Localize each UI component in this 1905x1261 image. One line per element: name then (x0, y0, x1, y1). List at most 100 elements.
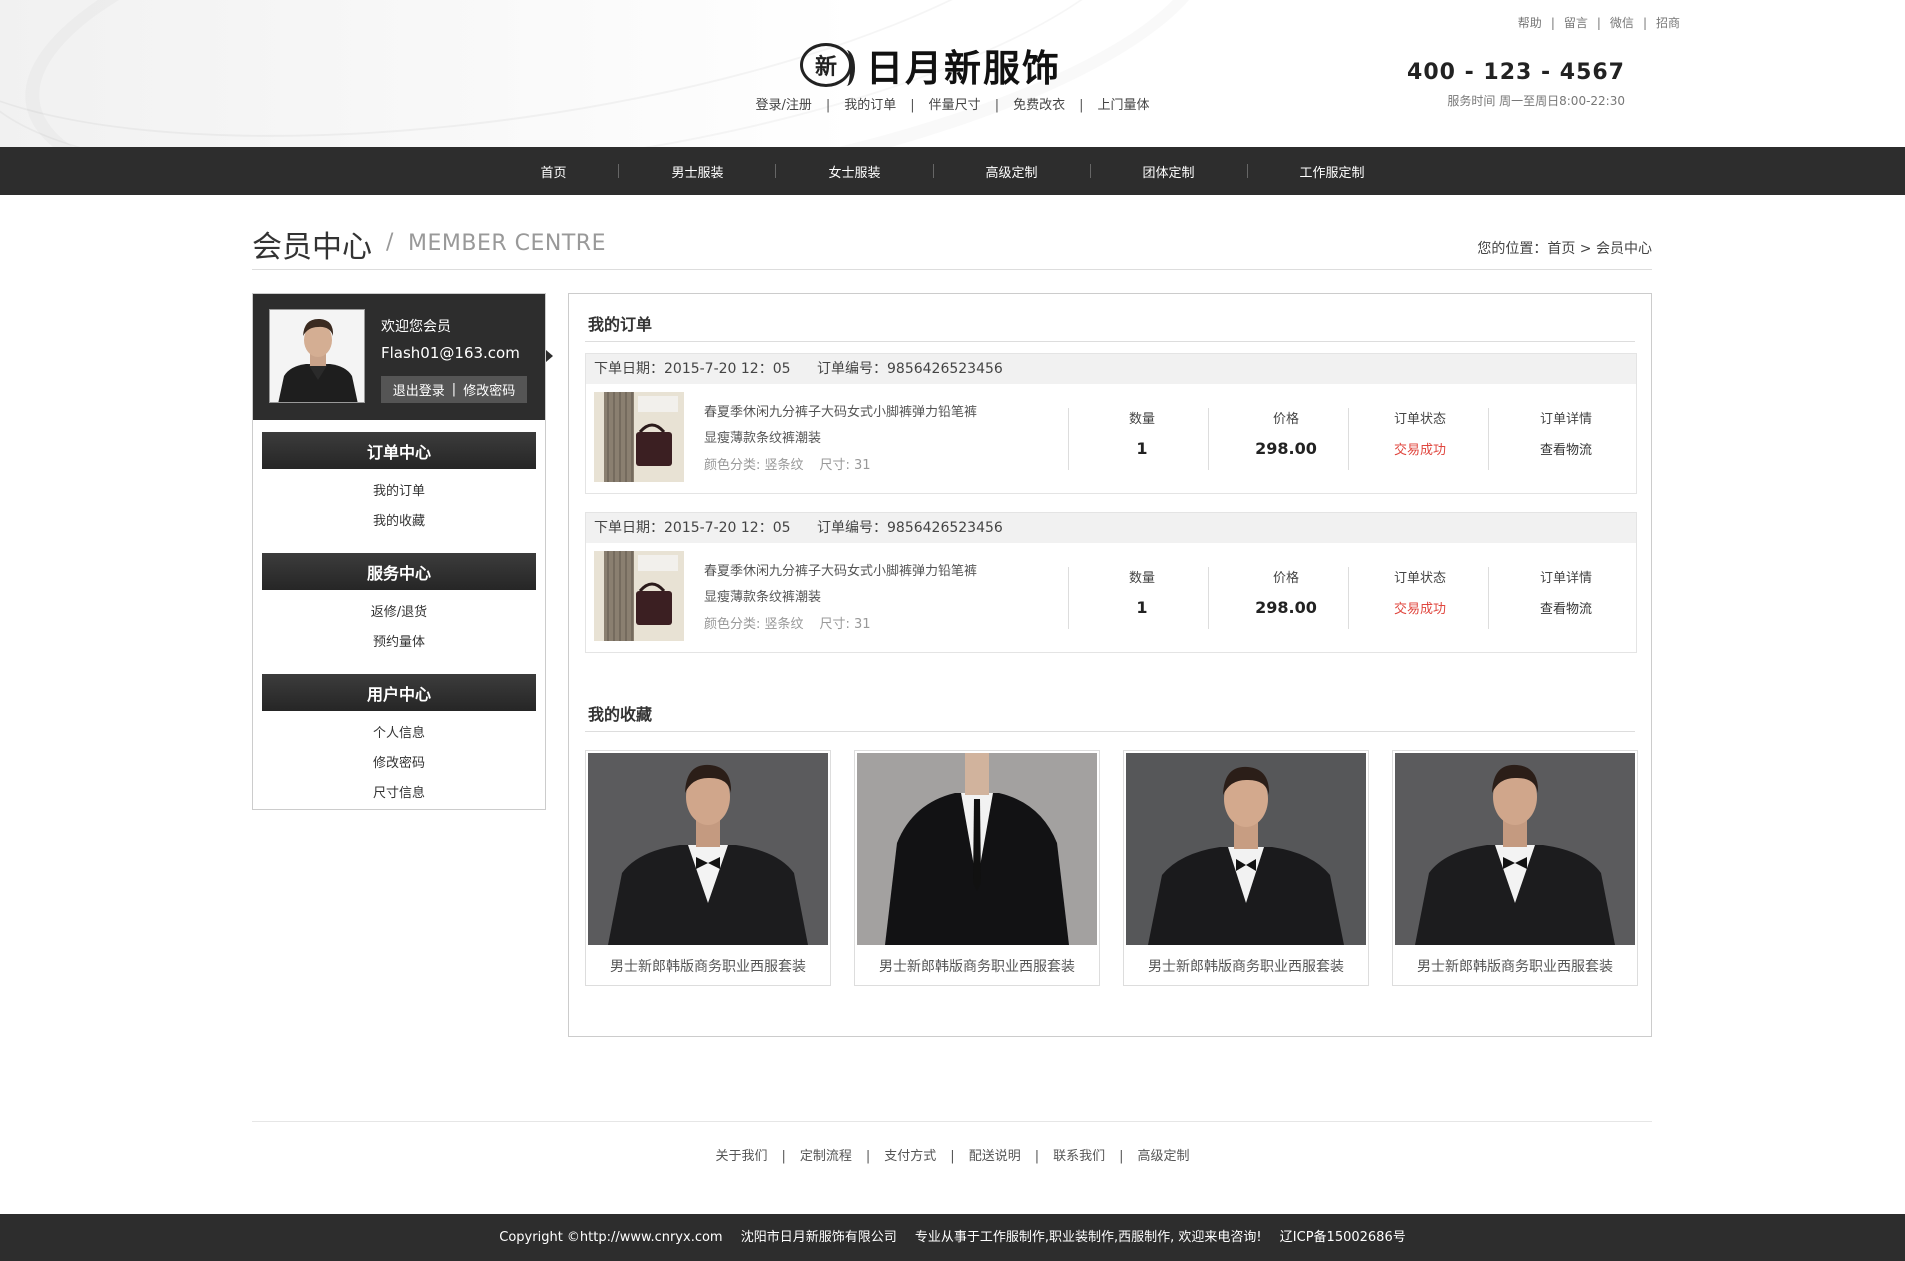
qty-value: 1 (1136, 439, 1148, 458)
sidebar-item-profile[interactable]: 个人信息 (253, 719, 545, 749)
order-detail: 订单详情 查看物流 (1496, 408, 1636, 458)
sidebar-item-my-favorites[interactable]: 我的收藏 (253, 507, 545, 537)
sidebar-item-change-password[interactable]: 修改密码 (253, 749, 545, 779)
separator: | (950, 1149, 955, 1164)
product-thumbnail[interactable] (594, 392, 684, 482)
sidebar-group-title: 用户中心 (262, 674, 536, 711)
qty-value: 1 (1136, 598, 1148, 617)
header-link-home-measure[interactable]: 上门量体 (1097, 98, 1149, 113)
sidebar-item-size-info[interactable]: 尺寸信息 (253, 779, 545, 809)
nav-workwear-custom[interactable]: 工作服定制 (1248, 162, 1417, 181)
separator: | (910, 98, 915, 113)
suit-image-icon (1395, 753, 1635, 945)
sidebar-item-book-measure[interactable]: 预约量体 (253, 628, 545, 658)
sidebar-item-my-orders[interactable]: 我的订单 (253, 477, 545, 507)
utility-links: 帮助 | 留言 | 微信 | 招商 (1518, 14, 1680, 31)
footer-links: 关于我们 | 定制流程 | 支付方式 | 配送说明 | 联系我们 | 高级定制 (0, 1145, 1905, 1164)
order-status: 订单状态 交易成功 (1350, 567, 1490, 617)
logo-seal-icon: 新 (800, 43, 855, 87)
avatar-person-icon (270, 310, 364, 402)
page-title-row: 会员中心 / MEMBER CENTRE 您的位置：首页 > 会员中心 (252, 222, 1652, 270)
header-link-my-orders[interactable]: 我的订单 (844, 98, 896, 113)
order-qty: 数量 1 (1072, 567, 1212, 617)
order-price: 价格 298.00 (1216, 567, 1356, 617)
copyright-company: 沈阳市日月新服饰有限公司 (740, 1230, 897, 1245)
phone-number: 400 - 123 - 4567 (1407, 60, 1625, 85)
order-detail: 订单详情 查看物流 (1496, 567, 1636, 617)
nav-home[interactable]: 首页 (488, 162, 618, 181)
product-name-line: 春夏季休闲九分裤子大码女式小脚裤弹力铅笔裤 (704, 564, 978, 579)
status-label: 订单状态 (1393, 412, 1446, 427)
footer-divider (252, 1121, 1652, 1122)
favorite-image (1126, 753, 1366, 945)
separator: | (1034, 1149, 1040, 1164)
view-logistics-link[interactable]: 查看物流 (1496, 439, 1636, 458)
util-link-help[interactable]: 帮助 (1518, 16, 1542, 30)
favorite-image (857, 753, 1097, 945)
favorite-caption: 男士新郎韩版商务职业西服套装 (879, 959, 1075, 975)
avatar (269, 309, 365, 403)
service-hours: 服务时间 周一至周日8:00-22:30 (1447, 94, 1625, 108)
nav-womens[interactable]: 女士服装 (776, 162, 932, 181)
change-password-button[interactable]: 修改密码 (463, 380, 515, 399)
separator: | (1079, 98, 1084, 113)
product-image-icon (594, 551, 684, 641)
breadcrumb[interactable]: 您的位置：首页 > 会员中心 (1477, 238, 1652, 258)
order-date: 下单日期：2015-7-20 12：05 (594, 361, 791, 377)
divider (585, 731, 1635, 732)
price-label: 价格 (1272, 571, 1299, 586)
logout-button[interactable]: 退出登录 (393, 380, 445, 399)
separator: | (1596, 16, 1601, 30)
order-body: 春夏季休闲九分裤子大码女式小脚裤弹力铅笔裤 显瘦薄款条纹裤潮装 颜色分类: 竖条… (586, 543, 1636, 653)
product-name[interactable]: 春夏季休闲九分裤子大码女式小脚裤弹力铅笔裤 显瘦薄款条纹裤潮装 (704, 400, 1024, 452)
product-size: 尺寸: 31 (819, 458, 871, 473)
sidebar-group-orders: 订单中心 我的订单 我的收藏 (253, 432, 545, 541)
util-link-message[interactable]: 留言 (1564, 16, 1588, 30)
separator: | (1119, 1149, 1124, 1164)
product-spec: 颜色分类: 竖条纹 尺寸: 31 (704, 454, 871, 473)
header-link-login[interactable]: 登录/注册 (755, 98, 811, 113)
header-link-free-alteration[interactable]: 免费改衣 (1013, 98, 1065, 113)
title-slash: / (386, 230, 394, 255)
orders-section-title: 我的订单 (588, 315, 653, 334)
util-link-partner[interactable]: 招商 (1656, 16, 1680, 30)
favorite-item[interactable]: 男士新郎韩版商务职业西服套装 (1123, 750, 1369, 986)
separator: | (1550, 16, 1555, 30)
nav-mens[interactable]: 男士服装 (619, 162, 775, 181)
product-thumbnail[interactable] (594, 551, 684, 641)
favorite-item[interactable]: 男士新郎韩版商务职业西服套装 (585, 750, 831, 986)
header-link-size[interactable]: 伴量尺寸 (929, 98, 981, 113)
order-number: 订单编号：9856426523456 (817, 520, 1003, 536)
separator: | (781, 1149, 786, 1164)
favorite-item[interactable]: 男士新郎韩版商务职业西服套装 (854, 750, 1100, 986)
sidebar-group-title: 服务中心 (262, 553, 536, 590)
footer-link-about[interactable]: 关于我们 (715, 1149, 767, 1164)
copyright-desc: 专业从事于工作服制作,职业装制作,西服制作, 欢迎来电咨询! (914, 1230, 1262, 1245)
favorites-grid: 男士新郎韩版商务职业西服套装 男士新郎韩版商务职业西服套装 男士新郎韩版商务职业… (585, 750, 1638, 986)
page-title-en: MEMBER CENTRE (408, 231, 606, 256)
suit-image-icon (1126, 753, 1366, 945)
status-label: 订单状态 (1393, 571, 1446, 586)
product-image-icon (594, 392, 684, 482)
footer-link-payment[interactable]: 支付方式 (884, 1149, 936, 1164)
product-name-line: 显瘦薄款条纹裤潮装 (704, 431, 822, 446)
footer-link-contact[interactable]: 联系我们 (1053, 1149, 1105, 1164)
footer-link-premium[interactable]: 高级定制 (1138, 1149, 1190, 1164)
nav-premium-custom[interactable]: 高级定制 (934, 162, 1090, 181)
util-link-wechat[interactable]: 微信 (1610, 16, 1634, 30)
sidebar-item-return[interactable]: 返修/退货 (253, 598, 545, 628)
site-logo[interactable]: 新 日月新服饰 (800, 38, 1061, 92)
nav-group-custom[interactable]: 团体定制 (1091, 162, 1247, 181)
member-info-box: 欢迎您会员 Flash01@163.com 退出登录 | 修改密码 (253, 294, 553, 420)
footer-link-delivery[interactable]: 配送说明 (969, 1149, 1021, 1164)
member-welcome: 欢迎您会员 (381, 319, 451, 335)
sidebar-list: 我的订单 我的收藏 (253, 469, 545, 541)
favorite-item[interactable]: 男士新郎韩版商务职业西服套装 (1392, 750, 1638, 986)
logo-text: 日月新服饰 (866, 47, 1061, 90)
product-name[interactable]: 春夏季休闲九分裤子大码女式小脚裤弹力铅笔裤 显瘦薄款条纹裤潮装 (704, 559, 1024, 611)
order-card: 下单日期：2015-7-20 12：05 订单编号：9856426523456 … (585, 512, 1637, 653)
column-divider (1488, 567, 1489, 629)
footer-link-process[interactable]: 定制流程 (800, 1149, 852, 1164)
column-divider (1068, 567, 1069, 629)
view-logistics-link[interactable]: 查看物流 (1496, 598, 1636, 617)
